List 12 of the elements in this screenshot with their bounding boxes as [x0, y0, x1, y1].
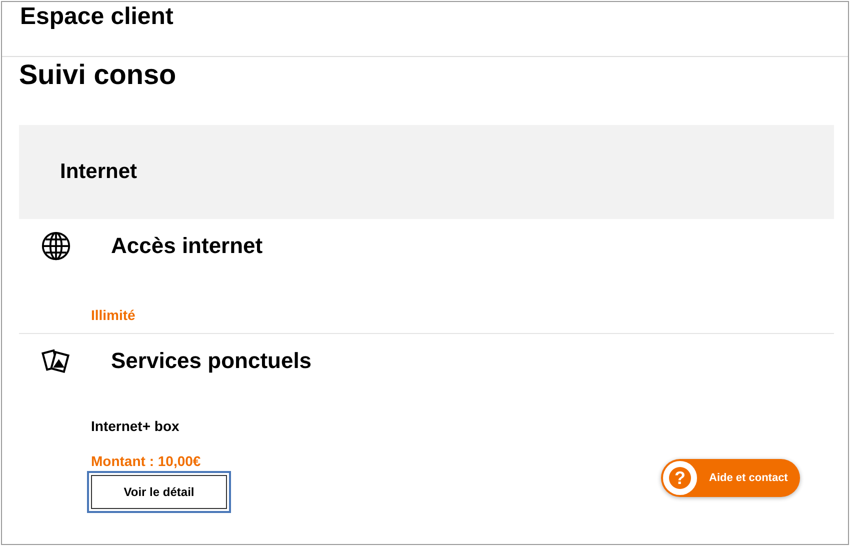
- site-title: Espace client: [20, 2, 174, 31]
- section-title: Internet: [60, 160, 138, 184]
- page-title: Suivi conso: [19, 58, 178, 92]
- item-title: Accès internet: [111, 233, 263, 259]
- item-title: Services ponctuels: [111, 348, 312, 374]
- details-button[interactable]: Voir le détail: [91, 475, 227, 509]
- service-name: Internet+ box: [91, 418, 180, 434]
- question-bubble-icon: ?: [663, 461, 697, 495]
- globe-icon: [41, 231, 71, 261]
- cards-icon: [41, 346, 71, 376]
- amount-text: Montant : 10,00€: [91, 453, 201, 469]
- status-text: Illimité: [91, 307, 136, 323]
